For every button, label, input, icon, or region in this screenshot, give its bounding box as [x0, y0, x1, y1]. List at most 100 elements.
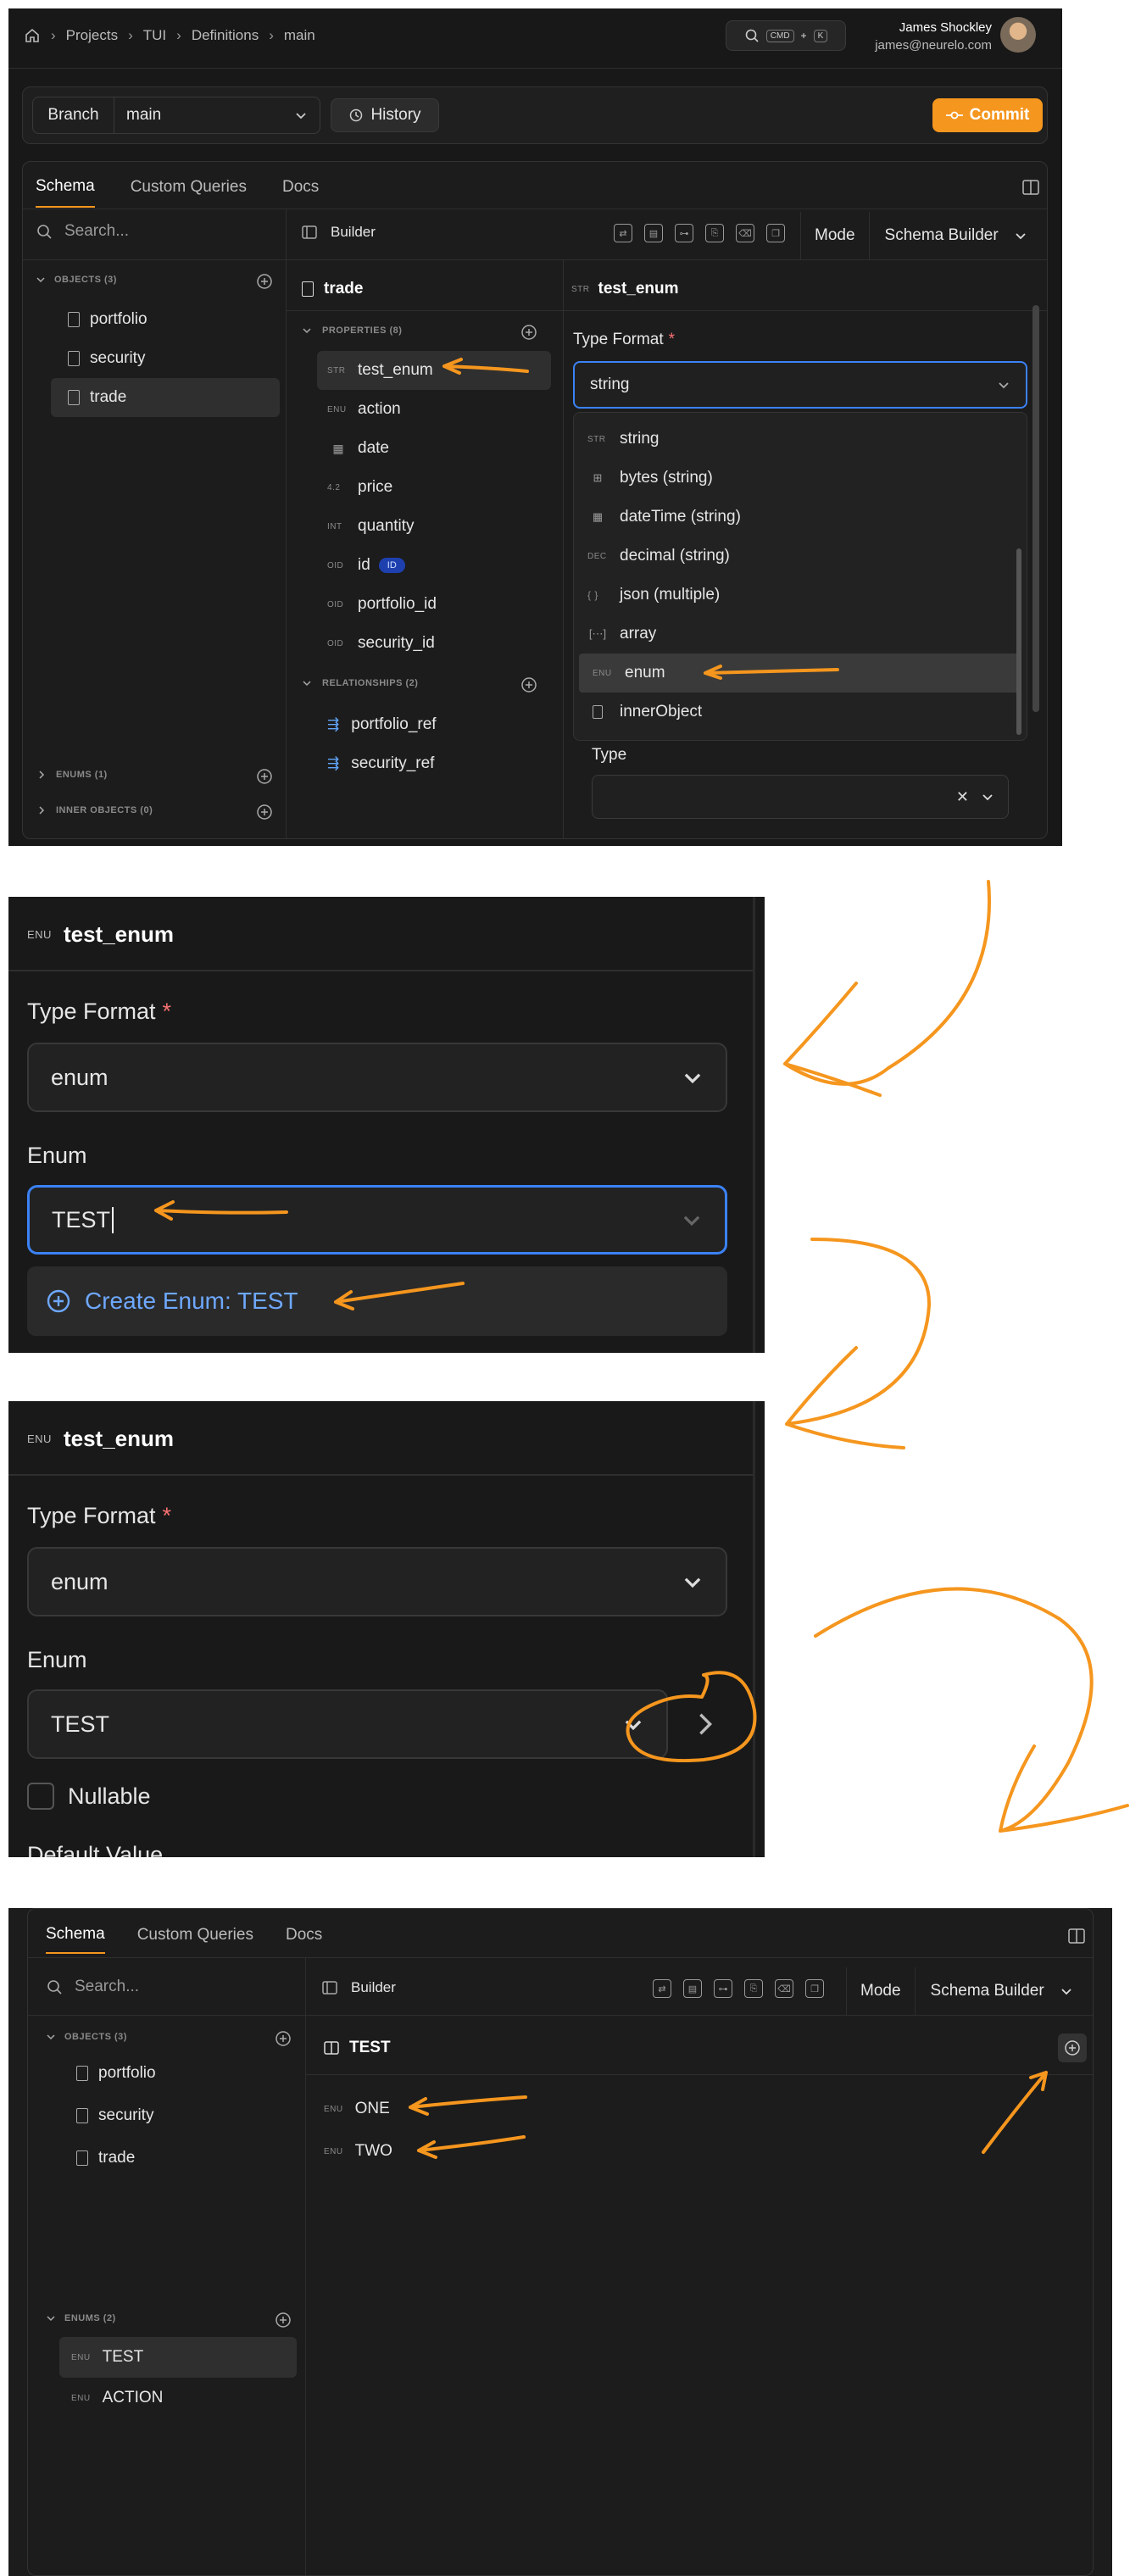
toolbar-icons: ⇄ ▤ ⊶ ⎘ ⌫ ❐: [614, 224, 785, 242]
type-format-select[interactable]: string: [573, 361, 1027, 409]
sidebar-search[interactable]: Search...: [46, 1978, 139, 1996]
property-list: STR test_enum ENU action ▦ date 4.2 price IN…: [317, 351, 551, 663]
sidebar-item-security[interactable]: security: [51, 339, 280, 378]
export-icon[interactable]: ⎘: [744, 1979, 763, 1998]
history-icon: [350, 108, 363, 122]
sidebar-item-trade[interactable]: trade: [51, 378, 280, 417]
sidebar-item-portfolio[interactable]: portfolio: [51, 300, 280, 339]
option-inner-object[interactable]: innerObject: [574, 693, 1027, 732]
add-enum-icon[interactable]: [275, 2312, 292, 2328]
relationship-security-ref[interactable]: ⇶ security_ref: [327, 744, 437, 783]
property-price[interactable]: 4.2 price: [317, 468, 551, 507]
mode-selector[interactable]: Mode Schema Builder: [846, 1967, 1073, 2015]
option-label: innerObject: [620, 703, 703, 721]
breadcrumb-projects[interactable]: Projects: [66, 27, 118, 44]
enum-select[interactable]: TEST: [27, 1689, 668, 1759]
tree-icon[interactable]: ⊶: [714, 1979, 732, 1998]
clear-icon[interactable]: ⌫: [736, 224, 754, 242]
search-input[interactable]: Search...: [75, 1978, 139, 1996]
relations-icon[interactable]: ⇄: [614, 224, 632, 242]
clear-icon[interactable]: ✕: [956, 788, 969, 806]
sidebar-icon[interactable]: [322, 1981, 337, 1995]
chevron-down-icon: [999, 382, 1009, 389]
add-object-icon[interactable]: [256, 273, 273, 290]
sidebar-item-trade[interactable]: trade: [59, 2137, 297, 2179]
property-quantity[interactable]: INT quantity: [317, 507, 551, 546]
sidebar-item-test[interactable]: ENU TEST: [59, 2337, 297, 2378]
tab-custom-queries[interactable]: Custom Queries: [131, 178, 247, 197]
tab-docs[interactable]: Docs: [282, 178, 319, 197]
annotation-arrow: [334, 1282, 465, 1310]
relationship-portfolio-ref[interactable]: ⇶ portfolio_ref: [327, 705, 437, 744]
tab-docs[interactable]: Docs: [286, 1926, 322, 1945]
export-icon[interactable]: ⎘: [705, 224, 724, 242]
history-button[interactable]: History: [331, 98, 439, 132]
property-portfolio-id[interactable]: OID portfolio_id: [317, 585, 551, 624]
option-array[interactable]: [⋯] array: [574, 615, 1027, 654]
sidebar-search[interactable]: Search...: [36, 222, 129, 241]
detail-scrollbar[interactable]: [1032, 305, 1039, 712]
enum-input[interactable]: TEST: [27, 1185, 727, 1255]
breadcrumb-main[interactable]: main: [284, 27, 315, 44]
inner-objects-header[interactable]: INNER OBJECTS (0): [37, 805, 153, 815]
add-object-icon[interactable]: [275, 2030, 292, 2047]
add-enum-icon[interactable]: [256, 768, 273, 785]
tab-custom-queries[interactable]: Custom Queries: [137, 1926, 253, 1945]
commit-button[interactable]: Commit: [932, 98, 1043, 132]
option-datetime[interactable]: ▦ dateTime (string): [574, 498, 1027, 537]
add-inner-object-icon[interactable]: [256, 804, 273, 821]
add-circle-icon: [1065, 2040, 1080, 2056]
enums-header[interactable]: ENUMS (2): [46, 2313, 116, 2323]
option-decimal[interactable]: DEC decimal (string): [574, 537, 1027, 576]
checkbox-box[interactable]: [27, 1783, 54, 1810]
clear-icon[interactable]: ⌫: [775, 1979, 793, 1998]
search-input[interactable]: Search...: [64, 222, 129, 241]
option-json[interactable]: { } json (multiple): [574, 576, 1027, 615]
option-bytes[interactable]: ⊞ bytes (string): [574, 459, 1027, 498]
sidebar-item-portfolio[interactable]: portfolio: [59, 2052, 297, 2095]
dropdown-scrollbar[interactable]: [1016, 548, 1021, 735]
option-string[interactable]: STR string: [574, 420, 1027, 459]
relations-icon[interactable]: ⇄: [653, 1979, 671, 1998]
type-label: Type: [592, 746, 627, 764]
property-name: quantity: [358, 517, 415, 535]
add-relationship-icon[interactable]: [520, 676, 537, 693]
avatar[interactable]: [1000, 17, 1036, 53]
panel-toggle-icon[interactable]: [1022, 180, 1039, 195]
property-date[interactable]: ▦ date: [317, 429, 551, 468]
tab-schema[interactable]: Schema: [36, 167, 95, 208]
enum-value-row[interactable]: ENU ONE: [324, 2088, 392, 2130]
panel-toggle-icon[interactable]: [1068, 1928, 1085, 1944]
type-format-select[interactable]: enum: [27, 1547, 727, 1616]
mode-selector[interactable]: Mode Schema Builder: [800, 212, 1027, 259]
property-id[interactable]: OID id ID: [317, 546, 551, 585]
sidebar-item-action[interactable]: ENU ACTION: [59, 2378, 297, 2418]
objects-header[interactable]: OBJECTS (3): [46, 2032, 127, 2042]
branch-selector[interactable]: Branch main: [32, 97, 320, 134]
breadcrumb-definitions[interactable]: Definitions: [192, 27, 259, 44]
type-select[interactable]: ✕: [592, 775, 1009, 819]
add-property-icon[interactable]: [520, 324, 537, 341]
sidebar-icon[interactable]: [302, 225, 317, 239]
properties-header[interactable]: PROPERTIES (8): [302, 325, 402, 336]
type-format-select[interactable]: enum: [27, 1043, 727, 1112]
property-security-id[interactable]: OID security_id: [317, 624, 551, 663]
sidebar-item-security[interactable]: security: [59, 2095, 297, 2137]
nullable-checkbox[interactable]: Nullable: [27, 1783, 151, 1810]
table-icon[interactable]: ▤: [683, 1979, 702, 1998]
relationships-header[interactable]: RELATIONSHIPS (2): [302, 678, 418, 688]
tab-schema[interactable]: Schema: [46, 1917, 105, 1954]
home-icon[interactable]: [24, 27, 41, 44]
command-search-button[interactable]: CMD + K: [726, 20, 846, 51]
copy-icon[interactable]: ❐: [805, 1979, 824, 1998]
tree-icon[interactable]: ⊶: [675, 224, 693, 242]
breadcrumb-tui[interactable]: TUI: [143, 27, 166, 44]
enum-value-row[interactable]: ENU TWO: [324, 2130, 392, 2173]
enums-header[interactable]: ENUMS (1): [37, 770, 108, 780]
copy-icon[interactable]: ❐: [766, 224, 785, 242]
table-icon[interactable]: ▤: [644, 224, 663, 242]
add-enum-value-button[interactable]: [1058, 2034, 1087, 2062]
property-action[interactable]: ENU action: [317, 390, 551, 429]
relation-icon: ⇶: [327, 755, 340, 771]
objects-header[interactable]: OBJECTS (3): [36, 275, 117, 285]
